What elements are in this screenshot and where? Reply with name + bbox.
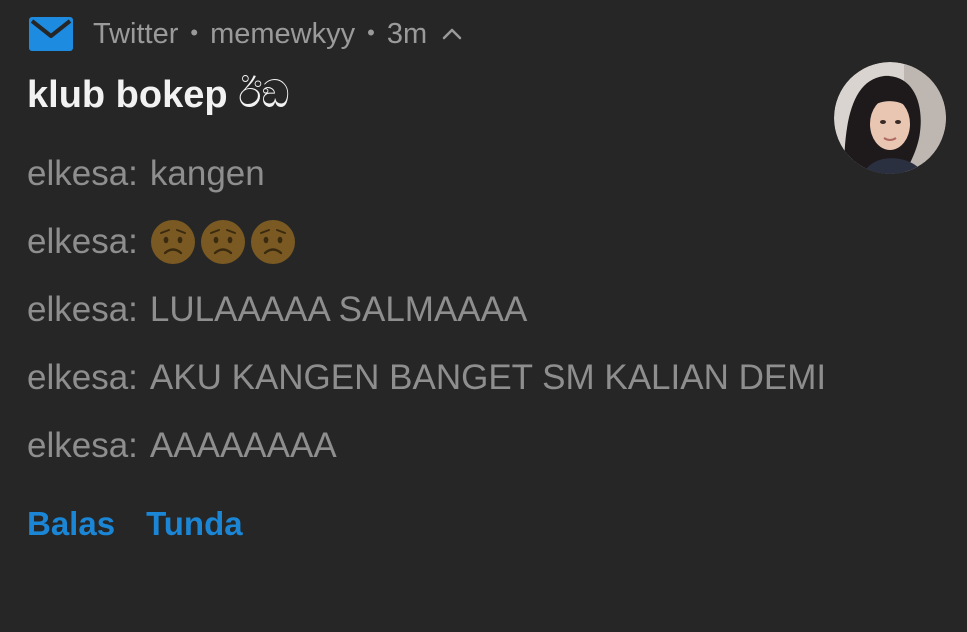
- emoji-group: [150, 219, 296, 265]
- notification-card[interactable]: Twitter • memewkyy • 3m klub bokep ඊඞ el…: [0, 0, 967, 632]
- message-list: elkesa kangen elkesa: [27, 140, 826, 480]
- separator: •: [190, 20, 199, 45]
- snooze-button[interactable]: Tunda: [146, 505, 243, 543]
- message-row: elkesa LULAAAAA SALMAAAA: [27, 276, 826, 344]
- title-glyph: ඊඞ: [238, 72, 290, 116]
- separator: •: [367, 20, 375, 45]
- message-text: kangen: [149, 154, 265, 193]
- reply-button[interactable]: Balas: [27, 505, 115, 543]
- time-label: 3m: [386, 17, 428, 50]
- worried-face-icon: [150, 219, 196, 265]
- message-sender: elkesa: [27, 154, 138, 194]
- worried-face-icon: [250, 219, 296, 265]
- notification-actions: Balas Tunda: [27, 505, 243, 543]
- message-row: elkesa: [27, 208, 826, 276]
- message-sender: elkesa: [27, 426, 138, 466]
- message-text: AKU KANGEN BANGET SM KALIAN DEMI: [149, 358, 827, 397]
- message-row: elkesa kangen: [27, 140, 826, 208]
- message-row: elkesa AAAAAAAA: [27, 412, 826, 480]
- chevron-up-icon[interactable]: [441, 27, 463, 41]
- message-text: AAAAAAAA: [149, 426, 337, 465]
- message-sender: elkesa: [27, 222, 138, 262]
- message-row: elkesa AKU KANGEN BANGET SM KALIAN DEMI: [27, 344, 826, 412]
- worried-face-icon: [200, 219, 246, 265]
- message-sender: elkesa: [27, 290, 138, 330]
- mail-envelope-icon: [29, 16, 73, 52]
- conversation-title: klub bokep ඊඞ: [27, 72, 290, 117]
- account-name: memewkyy: [210, 17, 356, 50]
- avatar: [834, 62, 946, 174]
- message-text: LULAAAAA SALMAAAA: [149, 290, 528, 329]
- app-name: Twitter: [93, 17, 179, 50]
- notification-header: Twitter • memewkyy • 3m: [29, 12, 463, 56]
- message-sender: elkesa: [27, 358, 138, 398]
- title-text: klub bokep: [27, 74, 228, 116]
